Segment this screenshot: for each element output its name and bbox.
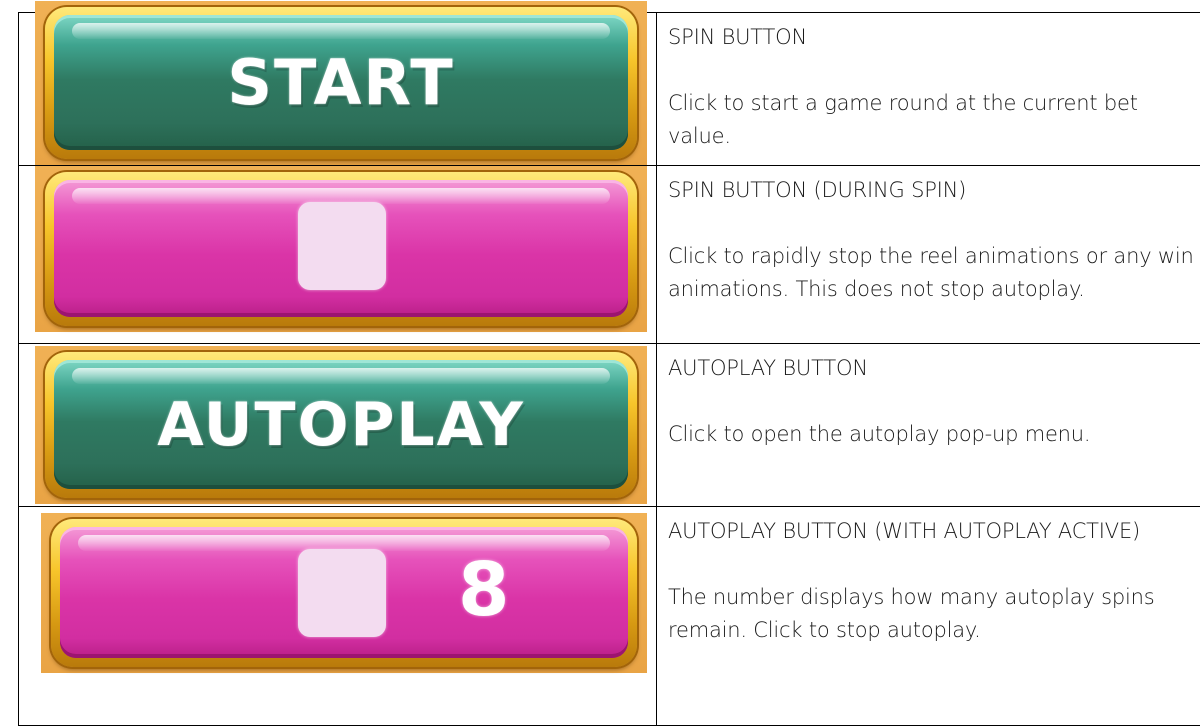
row-title: AUTOPLAY BUTTON (WITH AUTOPLAY ACTIVE) <box>668 515 1194 548</box>
button-face: AUTOPLAY <box>54 360 628 489</box>
button-face: 8 <box>60 527 628 658</box>
description: AUTOPLAY BUTTON Click to open the autopl… <box>657 344 1200 451</box>
row-body: Click to start a game round at the curre… <box>668 87 1194 153</box>
table-row: START SPIN BUTTON Click to start a game … <box>19 13 1200 166</box>
table-row: 8 AUTOPLAY BUTTON (WITH AUTOPLAY ACTIVE)… <box>19 507 1200 726</box>
button-frame: START <box>45 7 637 159</box>
start-button-image: START <box>35 1 647 165</box>
spin-stop-button-image <box>35 166 647 332</box>
stop-square-icon <box>298 549 386 637</box>
description-cell: AUTOPLAY BUTTON Click to open the autopl… <box>657 344 1200 507</box>
description-cell: SPIN BUTTON Click to start a game round … <box>657 13 1200 166</box>
description-cell: AUTOPLAY BUTTON (WITH AUTOPLAY ACTIVE) T… <box>657 507 1200 726</box>
button-reference-table: START SPIN BUTTON Click to start a game … <box>18 12 1200 726</box>
row-title: AUTOPLAY BUTTON <box>668 352 1194 385</box>
start-button-label: START <box>54 15 628 150</box>
button-face <box>54 180 628 317</box>
table-row: SPIN BUTTON (DURING SPIN) Click to rapid… <box>19 166 1200 344</box>
autoplay-button-label: AUTOPLAY <box>54 360 628 489</box>
button-frame: AUTOPLAY <box>45 352 637 498</box>
row-body: The number displays how many autoplay sp… <box>668 581 1194 647</box>
button-image-cell: 8 <box>19 507 657 726</box>
button-frame: 8 <box>51 519 637 667</box>
button-face: START <box>54 15 628 150</box>
button-image-cell: AUTOPLAY <box>19 344 657 507</box>
button-image-cell: START <box>19 13 657 166</box>
row-body: Click to open the autoplay pop-up menu. <box>668 418 1194 451</box>
row-title: SPIN BUTTON <box>668 21 1194 54</box>
button-image-cell <box>19 166 657 344</box>
row-title: SPIN BUTTON (DURING SPIN) <box>668 174 1194 207</box>
button-frame <box>45 172 637 326</box>
description: SPIN BUTTON Click to start a game round … <box>657 13 1200 153</box>
description: AUTOPLAY BUTTON (WITH AUTOPLAY ACTIVE) T… <box>657 507 1200 647</box>
description-cell: SPIN BUTTON (DURING SPIN) Click to rapid… <box>657 166 1200 344</box>
autoplay-remaining-counter: 8 <box>458 547 510 633</box>
autoplay-active-button-image: 8 <box>41 513 647 673</box>
stop-square-icon <box>298 202 386 290</box>
row-body: Click to rapidly stop the reel animation… <box>668 240 1194 306</box>
table-row: AUTOPLAY AUTOPLAY BUTTON Click to open t… <box>19 344 1200 507</box>
description: SPIN BUTTON (DURING SPIN) Click to rapid… <box>657 166 1200 306</box>
autoplay-button-image: AUTOPLAY <box>35 346 647 504</box>
